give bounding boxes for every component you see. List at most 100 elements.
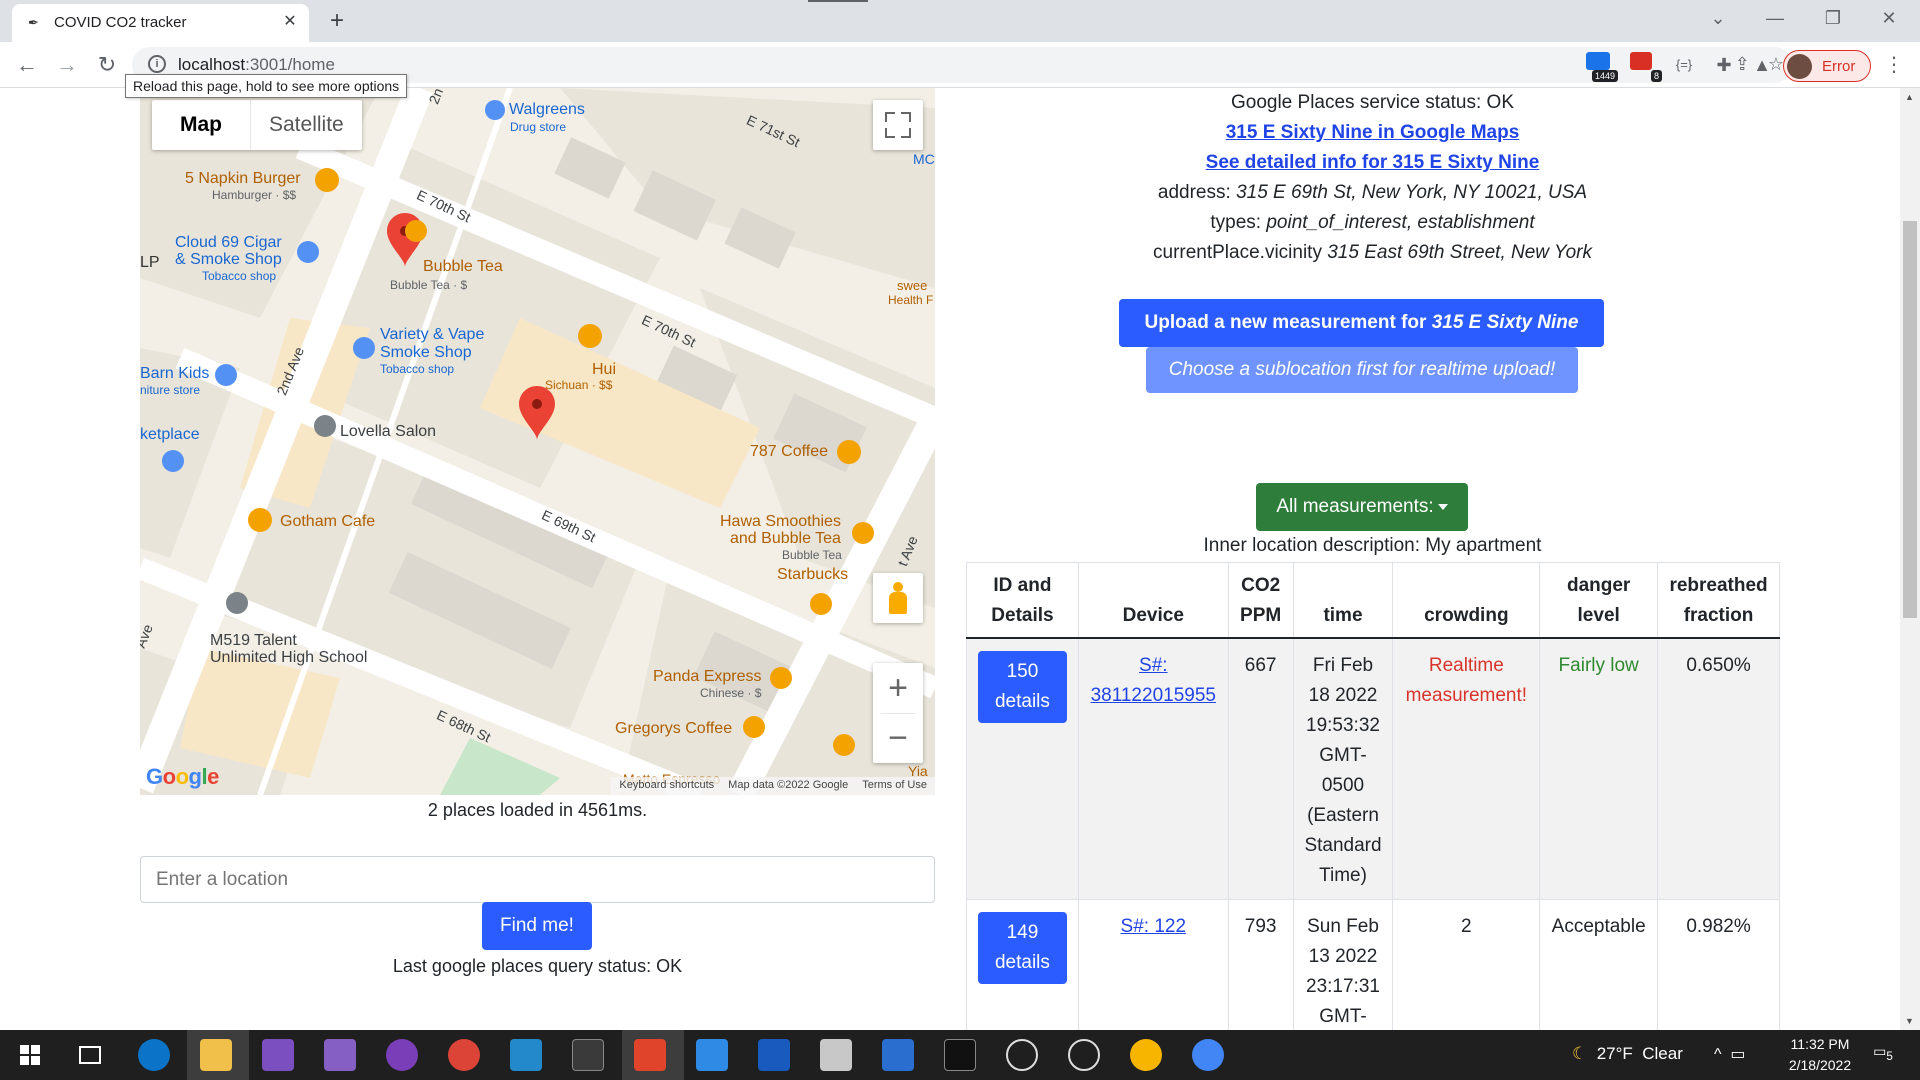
- new-tab-button[interactable]: +: [322, 6, 352, 36]
- minimize-button[interactable]: —: [1752, 0, 1798, 38]
- tab-close-icon[interactable]: ✕: [279, 11, 301, 33]
- shop-pin-icon[interactable]: [297, 241, 319, 263]
- google-logo[interactable]: Google: [146, 764, 219, 790]
- col-header-fraction[interactable]: rebreathed fraction: [1657, 562, 1780, 639]
- cafe-pin-icon[interactable]: [248, 508, 272, 532]
- forward-arrow-icon[interactable]: →: [52, 50, 82, 80]
- map-label-starbucks[interactable]: Starbucks: [777, 566, 848, 584]
- windows-start-icon[interactable]: [14, 1039, 46, 1071]
- zoom-in-button[interactable]: +: [873, 663, 923, 713]
- measurements-dropdown[interactable]: All measurements:: [1256, 483, 1468, 531]
- salon-pin-icon[interactable]: [314, 415, 336, 437]
- terms-of-use-link[interactable]: Terms of Use: [862, 779, 927, 793]
- taskbar-clock[interactable]: 11:32 PM 2/18/2022: [1775, 1034, 1865, 1076]
- back-arrow-icon[interactable]: ←: [12, 50, 42, 80]
- map-label-variety-vape[interactable]: Variety & Vape: [380, 326, 484, 344]
- map-label-hawa-smoothies[interactable]: Hawa Smoothies: [720, 513, 841, 531]
- notification-center-icon[interactable]: ▭5: [1870, 1043, 1896, 1067]
- cafe-pin-icon[interactable]: [405, 220, 427, 242]
- edge-icon[interactable]: [138, 1039, 170, 1071]
- restore-button[interactable]: ❐: [1810, 0, 1856, 38]
- cafe-pin-icon[interactable]: [743, 716, 765, 738]
- monitor-app-icon[interactable]: [882, 1039, 914, 1071]
- extension-mail-icon[interactable]: 8: [1630, 52, 1662, 82]
- upload-measurement-button[interactable]: Upload a new measurement for 315 E Sixty…: [1119, 299, 1604, 347]
- map-label-panda-express[interactable]: Panda Express: [653, 668, 762, 686]
- street-view-pegman-icon[interactable]: [873, 573, 923, 623]
- terminal-icon[interactable]: [572, 1039, 604, 1071]
- reload-icon[interactable]: ↻: [92, 50, 122, 80]
- atom-icon[interactable]: [1006, 1039, 1038, 1071]
- shop-pin-icon[interactable]: [162, 450, 184, 472]
- map-type-map-button[interactable]: Map: [152, 100, 251, 150]
- app-icon[interactable]: [634, 1039, 666, 1071]
- map-label-gotham-cafe[interactable]: Gotham Cafe: [280, 513, 375, 531]
- measurement-details-button[interactable]: 149 details: [977, 912, 1067, 984]
- restaurant-pin-icon[interactable]: [770, 667, 792, 689]
- scroll-up-arrow-icon[interactable]: ▲: [1905, 92, 1914, 102]
- labs-flask-icon[interactable]: ▲: [1748, 52, 1776, 78]
- scrollbar-thumb[interactable]: [1903, 221, 1917, 618]
- map-label-napkin-burger[interactable]: 5 Napkin Burger: [185, 170, 301, 188]
- col-header-crowding[interactable]: crowding: [1392, 562, 1541, 639]
- cafe-pin-icon[interactable]: [837, 440, 861, 464]
- map-label-m519[interactable]: M519 Talent: [210, 632, 297, 650]
- vscode-icon[interactable]: [510, 1039, 542, 1071]
- browser-menu-icon[interactable]: ⋮: [1884, 52, 1904, 78]
- map-type-satellite-button[interactable]: Satellite: [251, 100, 362, 150]
- document-app-icon[interactable]: [696, 1039, 728, 1071]
- shop-pin-icon[interactable]: [215, 364, 237, 386]
- window-close-button[interactable]: ✕: [1866, 0, 1912, 38]
- console-icon[interactable]: [944, 1039, 976, 1071]
- task-view-icon[interactable]: [74, 1039, 106, 1071]
- col-header-danger[interactable]: danger level: [1539, 562, 1659, 639]
- map-label-walgreens[interactable]: Walgreens: [485, 100, 585, 120]
- restaurant-pin-icon[interactable]: [315, 168, 339, 192]
- restaurant-pin-icon[interactable]: [833, 734, 855, 756]
- restaurant-pin-icon[interactable]: [578, 324, 602, 348]
- chrome-2-icon[interactable]: [1192, 1039, 1224, 1071]
- col-header-device[interactable]: Device: [1077, 562, 1229, 639]
- google-maps-link[interactable]: 315 E Sixty Nine in Google Maps: [1226, 122, 1520, 143]
- keyboard-shortcuts-link[interactable]: Keyboard shortcuts: [619, 779, 714, 793]
- page-scrollbar[interactable]: ▲ ▼: [1900, 88, 1920, 1030]
- url-text[interactable]: localhost:3001/home: [178, 55, 335, 75]
- shop-pin-icon[interactable]: [353, 337, 375, 359]
- zoom-out-button[interactable]: −: [873, 713, 923, 763]
- col-header-ppm[interactable]: CO2 PPM: [1227, 562, 1294, 639]
- map-label-787-coffee[interactable]: 787 Coffee: [750, 443, 828, 461]
- col-header-time[interactable]: time: [1292, 562, 1394, 639]
- profile-button[interactable]: Error: [1783, 50, 1871, 82]
- system-tray[interactable]: ^ ▭: [1714, 1044, 1746, 1064]
- measurement-details-button[interactable]: 150 details: [977, 651, 1067, 723]
- camera-app-icon[interactable]: [1068, 1039, 1100, 1071]
- site-info-icon[interactable]: i: [148, 55, 166, 73]
- map-label-hui[interactable]: Hui: [592, 361, 616, 379]
- map-label-cloud69[interactable]: Cloud 69 Cigar: [175, 234, 282, 252]
- find-me-button[interactable]: Find me!: [482, 902, 592, 950]
- map-label-lovella-salon[interactable]: Lovella Salon: [340, 423, 436, 441]
- visual-studio-icon[interactable]: [262, 1039, 294, 1071]
- location-search-input[interactable]: [140, 856, 935, 903]
- github-desktop-icon[interactable]: [386, 1039, 418, 1071]
- extensions-puzzle-icon[interactable]: ✚: [1710, 52, 1738, 78]
- extension-json-icon[interactable]: {=}: [1670, 52, 1698, 78]
- school-pin-icon[interactable]: [226, 592, 248, 614]
- device-link[interactable]: S#: 381122015955: [1091, 655, 1216, 706]
- cafe-pin-icon[interactable]: [852, 522, 874, 544]
- extension-1449-icon[interactable]: 1449: [1586, 52, 1618, 82]
- chrome-canary-icon[interactable]: [1130, 1039, 1162, 1071]
- tab-search-chevron-icon[interactable]: ⌄: [1695, 0, 1741, 38]
- word-icon[interactable]: [758, 1039, 790, 1071]
- cafe-pin-icon[interactable]: [810, 593, 832, 615]
- map-label-gregorys-coffee[interactable]: Gregorys Coffee: [615, 720, 732, 738]
- fullscreen-button[interactable]: [873, 100, 923, 150]
- file-explorer-icon[interactable]: [200, 1039, 232, 1071]
- map-label-barn-kids[interactable]: Barn Kids: [140, 365, 209, 383]
- detailed-info-link[interactable]: See detailed info for 315 E Sixty Nine: [1206, 152, 1540, 173]
- map-label-bubble-tea[interactable]: Bubble Tea: [423, 258, 503, 276]
- chrome-icon[interactable]: [448, 1039, 480, 1071]
- weather-widget[interactable]: ☾ 27°F Clear: [1572, 1044, 1683, 1064]
- google-map[interactable]: Walgreens Drug store 5 Napkin Burger Ham…: [140, 88, 935, 795]
- scroll-down-arrow-icon[interactable]: ▼: [1905, 1016, 1914, 1026]
